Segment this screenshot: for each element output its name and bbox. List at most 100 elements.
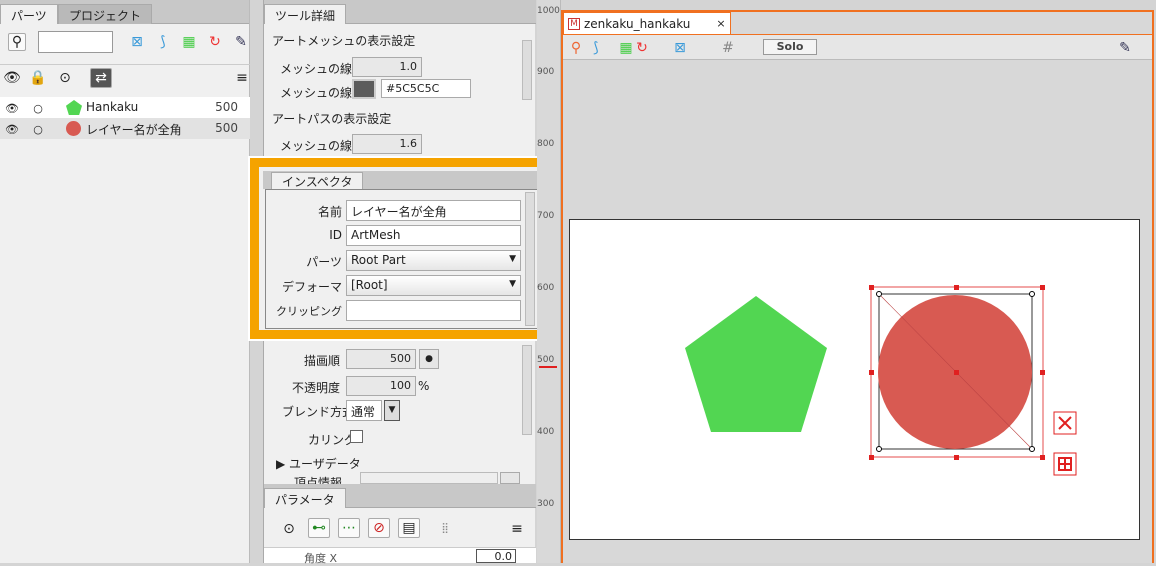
warp-filter-icon[interactable]: ▦ [180,33,198,51]
parameter-label: 角度 X [304,552,338,565]
rotation-filter-icon[interactable]: ↻ [206,33,224,51]
transform-grid-icon[interactable] [1053,452,1077,476]
parameters-tabbar: パラメータ [264,484,536,508]
scrollbar[interactable] [522,40,532,100]
opacity-input[interactable]: 100 [346,376,416,396]
clipping-label: クリッピング [276,305,342,318]
ruler-label: 300 [537,499,555,509]
opacity-label: 不透明度 [292,381,341,395]
layer-row[interactable]: 👁 ○ Hankaku 500 [0,97,250,118]
name-input[interactable]: レイヤー名が全角 [346,200,521,221]
scrollbar[interactable] [522,345,532,435]
parts-label: パーツ [306,255,342,269]
path-filter-icon[interactable]: ⟆ [154,33,172,51]
ruler-label: 700 [537,211,555,221]
eye-icon[interactable]: 👁 [3,120,21,138]
artboard-frame [569,219,1140,540]
circle-icon [66,121,81,136]
add-keys-icon[interactable]: ⋯ [338,518,360,538]
inspector-body: 名前 レイヤー名が全角 ID ArtMesh パーツ Root Part デフォ… [265,189,538,329]
tab-parameters[interactable]: パラメータ [264,488,346,508]
canvas-tab-title: zenkaku_hankaku [584,16,691,31]
ruler-label: 900 [537,67,555,77]
menu-icon[interactable]: ≡ [508,520,526,538]
close-icon[interactable]: × [716,17,725,30]
draw-order-button[interactable]: ● [419,349,439,369]
id-input[interactable]: ArtMesh [346,225,521,246]
remove-key-icon[interactable]: ⊘ [368,518,390,538]
add-key-icon[interactable]: ⊷ [308,518,330,538]
tab-tool-detail[interactable]: ツール詳細 [264,4,347,24]
eye-icon[interactable]: 👁 [3,69,21,87]
search-input[interactable] [38,31,113,53]
opacity-unit: % [418,379,430,393]
blend-dropdown-button[interactable]: ▼ [384,400,400,421]
parts-select[interactable]: Root Part [346,250,521,271]
layer-value: 500 [215,121,238,135]
draw-order-input[interactable]: 500 [346,349,416,369]
path-width-input[interactable]: 1.6 [352,134,422,154]
layer-row[interactable]: 👁 ○ レイヤー名が全角 500 [0,118,250,139]
ruler-marker [539,366,557,368]
blend-select[interactable]: 通常 [346,400,382,421]
blend-label: ブレンド方式 [282,405,355,419]
mesh-color-swatch[interactable] [352,79,376,99]
artboard [569,219,1140,540]
pentagon-icon [66,100,82,115]
chevron-right-icon[interactable]: ⊙ [280,520,298,538]
parts-tabbar: パーツ プロジェクト [0,0,249,24]
pen-filter-icon[interactable]: ✎ [232,33,250,51]
path-tool-icon[interactable]: ⟆ [587,39,605,57]
menu-icon[interactable]: ≡ [233,69,251,87]
rotation-tool-icon[interactable]: ↻ [633,39,651,57]
mesh-width-input[interactable]: 1.0 [352,57,422,77]
eye-icon[interactable]: 👁 [3,99,21,117]
chevron-right-icon[interactable]: ⊙ [56,69,74,87]
grid-tool-icon[interactable]: # [719,39,737,57]
ruler-label: 600 [537,283,555,293]
id-label: ID [329,228,342,242]
solo-button[interactable]: Solo [763,39,817,55]
deformer-label: デフォーマ [281,280,342,294]
tool-detail-tabbar: ツール詳細 [264,0,536,24]
deformer-select[interactable]: [Root] [346,275,521,296]
keyform-icon[interactable]: ▤ [398,518,420,538]
pen-icon[interactable]: ✎ [1116,39,1134,57]
lock-icon[interactable]: 🔒 [29,69,47,87]
draw-order-label: 描画順 [304,354,341,368]
vertex-input[interactable] [360,472,498,484]
parameter-row[interactable]: 角度 X 0.0 [264,547,536,565]
parts-panel: パーツ プロジェクト ⚲ ⊠ ⟆ ▦ ↻ ✎ 👁 🔒 ⊙ ⇄ ≡ 👁 ○ Han… [0,0,250,563]
clipping-input[interactable] [346,300,521,321]
layer-name: Hankaku [86,100,139,114]
userdata-toggle[interactable]: ▶ ユーザデータ [276,455,361,472]
model-icon: M [568,17,580,30]
grid-icon[interactable]: ⣿ [434,518,456,538]
lock-toggle-icon[interactable]: ○ [29,120,47,138]
ruler-label: 400 [537,427,555,437]
inspector-tabbar: インスペクタ [263,171,538,189]
ruler-label: 500 [537,355,555,365]
culling-checkbox[interactable] [350,430,363,443]
vertex-button[interactable] [500,472,520,484]
tab-inspector[interactable]: インスペクタ [271,172,364,189]
mesh-color-input[interactable]: #5C5C5C [381,79,471,98]
tab-project[interactable]: プロジェクト [58,4,153,24]
transform-close-icon[interactable] [1053,411,1077,435]
vertex-label: 頂点情報 [294,476,343,484]
vertex-tool-icon[interactable]: ⚲ [567,39,585,57]
mesh-filter-icon[interactable]: ⊠ [128,33,146,51]
culling-label: カリング [308,433,357,447]
tab-parts[interactable]: パーツ [0,4,58,24]
artpath-section-title: アートパスの表示設定 [272,112,392,126]
ruler-label: 1000 [537,6,560,16]
scrollbar[interactable] [525,192,535,326]
layer-name: レイヤー名が全角 [86,123,182,137]
swap-icon[interactable]: ⇄ [90,68,112,88]
lock-toggle-icon[interactable]: ○ [29,99,47,117]
ruler-label: 800 [537,139,555,149]
parameter-value[interactable]: 0.0 [476,549,516,563]
search-icon[interactable]: ⚲ [8,33,26,51]
mesh-tool-icon[interactable]: ⊠ [671,39,689,57]
canvas-tab[interactable]: M zenkaku_hankaku × [563,12,731,34]
